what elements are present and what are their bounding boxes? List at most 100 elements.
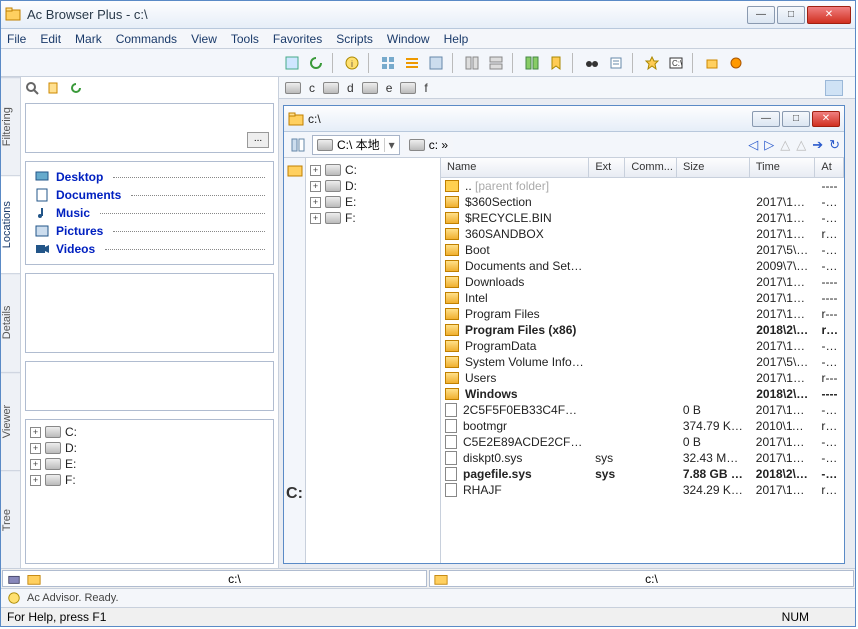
view4-icon[interactable] [462,53,482,73]
maximize-button[interactable]: □ [777,6,805,24]
file-row[interactable]: pagefile.syssys7.88 GB (8 4...2018\2\25 … [441,466,844,482]
file-row[interactable]: Documents and Settings2009\7\14 ...--hs [441,258,844,274]
file-row[interactable]: Windows2018\2\25 ...---- [441,386,844,402]
loc-music[interactable]: Music [30,204,269,222]
tool2-icon[interactable] [726,53,746,73]
drive-icon[interactable] [400,82,416,94]
drive-f[interactable]: f [424,81,427,95]
file-row[interactable]: Program Files2017\12\20 ...r--- [441,306,844,322]
file-row[interactable]: Downloads2017\12\15 ...---- [441,274,844,290]
nav-refresh[interactable]: ↻ [829,137,840,153]
mdi-close-button[interactable]: ✕ [812,111,840,127]
mdi-maximize-button[interactable]: □ [782,111,810,127]
drive-d[interactable]: d [347,81,354,95]
loc-desktop[interactable]: Desktop [30,168,269,186]
refresh-icon[interactable] [306,53,326,73]
side-tab-tree[interactable]: Tree [1,470,20,568]
nav-back[interactable]: ◁ [748,137,758,153]
nav-go[interactable]: ➔ [812,137,823,153]
file-row[interactable]: Program Files (x86)2018\2\25 ...r--- [441,322,844,338]
view2-icon[interactable] [402,53,422,73]
file-row[interactable]: System Volume Informa...2017\5\19 ...--h… [441,354,844,370]
nav-up[interactable]: △ [780,137,790,153]
file-row[interactable]: Boot2017\5\19 ...--hs [441,242,844,258]
list-icon[interactable] [606,53,626,73]
fav-icon[interactable] [642,53,662,73]
minimize-button[interactable]: — [747,6,775,24]
mdi-tree-e[interactable]: +E: [310,194,436,210]
side-tab-locations[interactable]: Locations [1,175,20,273]
file-row[interactable]: ProgramData2017\12\19 ...--h- [441,338,844,354]
column-header[interactable]: Name [441,158,589,177]
menu-help[interactable]: Help [444,32,469,46]
drive-e[interactable]: e [386,81,393,95]
tree-drive-c[interactable]: +C: [30,424,269,440]
mdi-tree-c[interactable]: +C: [310,162,436,178]
file-row[interactable]: $360Section2017\12\19 ...--hs [441,194,844,210]
mdi-tree-d[interactable]: +D: [310,178,436,194]
file-row[interactable]: $RECYCLE.BIN2017\12\15 ...--hs [441,210,844,226]
tool1-icon[interactable] [702,53,722,73]
book-icon[interactable] [522,53,542,73]
filter-more-button[interactable]: ... [247,132,269,148]
toolbar-icon[interactable] [282,53,302,73]
menu-file[interactable]: File [7,32,26,46]
file-row[interactable]: .. [parent folder]---- [441,178,844,194]
nav-top[interactable]: △ [796,137,806,153]
file-row[interactable]: diskpt0.syssys32.43 MB (3...2017\12\20 .… [441,450,844,466]
drive-icon[interactable] [362,82,378,94]
tree-toggle-icon[interactable] [288,135,308,155]
file-row[interactable]: RHAJF324.29 KB (...2017\12\15 ...r-hs [441,482,844,498]
menu-commands[interactable]: Commands [116,32,177,46]
tree-drive-e[interactable]: +E: [30,456,269,472]
menu-scripts[interactable]: Scripts [336,32,373,46]
bookmark-icon[interactable] [546,53,566,73]
menu-window[interactable]: Window [387,32,430,46]
menu-tools[interactable]: Tools [231,32,259,46]
path-combo[interactable]: C:\ 本地 ▾ [312,135,400,155]
file-row[interactable]: 360SANDBOX2017\12\15 ...r-hs [441,226,844,242]
folder-icon[interactable] [287,162,303,178]
info-icon[interactable]: i [342,53,362,73]
tree-drive-f[interactable]: +F: [30,472,269,488]
column-header[interactable]: Time [750,158,815,177]
view-icon[interactable] [378,53,398,73]
search-icon[interactable] [23,79,41,97]
mdi-minimize-button[interactable]: — [752,111,780,127]
breadcrumb[interactable]: c: » [404,135,453,155]
loc-pictures[interactable]: Pictures [30,222,269,240]
file-row[interactable]: Intel2017\12\16 ...---- [441,290,844,306]
column-header[interactable]: Comm... [625,158,677,177]
loc-documents[interactable]: Documents [30,186,269,204]
file-row[interactable]: Users2017\12\15 ...r--- [441,370,844,386]
side-tab-viewer[interactable]: Viewer [1,372,20,470]
copy-icon[interactable] [45,79,63,97]
file-row[interactable]: bootmgr374.79 KB (...2010\11\21 ...rahs [441,418,844,434]
column-header[interactable]: Ext [589,158,625,177]
column-header[interactable]: Size [677,158,750,177]
drive-icon[interactable] [323,82,339,94]
tree-drive-d[interactable]: +D: [30,440,269,456]
nav-fwd[interactable]: ▷ [764,137,774,153]
drive-icon[interactable] [285,82,301,94]
file-row[interactable]: C5E2E89ACDE2CFBDC...0 B2017\12\15 ...-a-… [441,434,844,450]
console-icon[interactable]: C:\ [666,53,686,73]
side-tab-filtering[interactable]: Filtering [1,77,20,175]
path-left[interactable]: c:\ [2,570,427,587]
drive-c[interactable]: c [309,81,315,95]
menu-mark[interactable]: Mark [75,32,102,46]
file-row[interactable]: 2C5F5F0EB33C4F75B4...0 B2017\12\15 ...-a… [441,402,844,418]
tab-stub[interactable] [825,80,843,96]
view5-icon[interactable] [486,53,506,73]
reload-icon[interactable] [67,79,85,97]
chevron-down-icon[interactable]: ▾ [384,138,395,152]
mdi-tree-f[interactable]: +F: [310,210,436,226]
view3-icon[interactable] [426,53,446,73]
path-right[interactable]: c:\ [429,570,854,587]
column-header[interactable]: At [815,158,844,177]
menu-view[interactable]: View [191,32,217,46]
close-button[interactable]: ✕ [807,6,851,24]
loc-videos[interactable]: Videos [30,240,269,258]
binoculars-icon[interactable] [582,53,602,73]
side-tab-details[interactable]: Details [1,273,20,371]
